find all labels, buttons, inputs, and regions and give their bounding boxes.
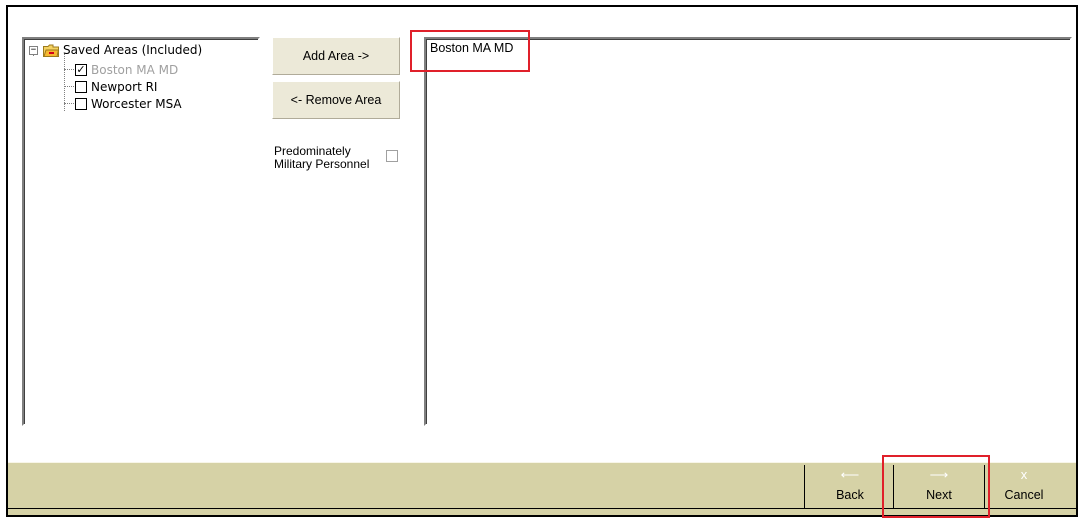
tree-item-worcester[interactable]: Worcester MSA [75, 96, 182, 112]
highlight-selected-item [410, 30, 530, 72]
back-button[interactable]: ⟵ Back [810, 462, 890, 508]
tree-item-newport[interactable]: Newport RI [75, 79, 157, 95]
remove-area-button[interactable]: <- Remove Area [272, 81, 400, 119]
military-personnel-checkbox[interactable] [386, 150, 398, 162]
saved-areas-tree[interactable]: − Saved Areas (Included) ✓ Boston MA MD … [22, 37, 260, 426]
folder-icon [43, 44, 60, 57]
separator [804, 465, 805, 508]
tree-connector [64, 103, 74, 104]
tree-item-label: Boston MA MD [91, 63, 179, 77]
tree-item-label: Worcester MSA [91, 97, 182, 111]
tree-root[interactable]: − Saved Areas (Included) [29, 42, 202, 58]
tree-connector [64, 86, 74, 87]
back-label: Back [836, 488, 864, 502]
collapse-icon[interactable]: − [29, 45, 38, 55]
highlight-next-button [882, 455, 990, 518]
add-area-button[interactable]: Add Area -> [272, 37, 400, 75]
newport-checkbox[interactable] [75, 81, 87, 93]
tree-connector [64, 69, 74, 70]
military-personnel-label: Predominately Military Personnel [274, 144, 370, 171]
tree-item-label: Newport RI [91, 80, 158, 94]
tree-root-label: Saved Areas (Included) [63, 43, 203, 57]
tree-item-boston[interactable]: ✓ Boston MA MD [75, 62, 178, 78]
cancel-label: Cancel [1004, 488, 1044, 502]
back-arrow-icon: ⟵ [840, 467, 860, 482]
worcester-checkbox[interactable] [75, 98, 87, 110]
cancel-button[interactable]: x Cancel [988, 462, 1060, 508]
boston-checkbox[interactable]: ✓ [75, 64, 87, 76]
selected-areas-list[interactable]: Boston MA MD [424, 37, 1072, 426]
cancel-x-icon: x [1020, 467, 1028, 482]
